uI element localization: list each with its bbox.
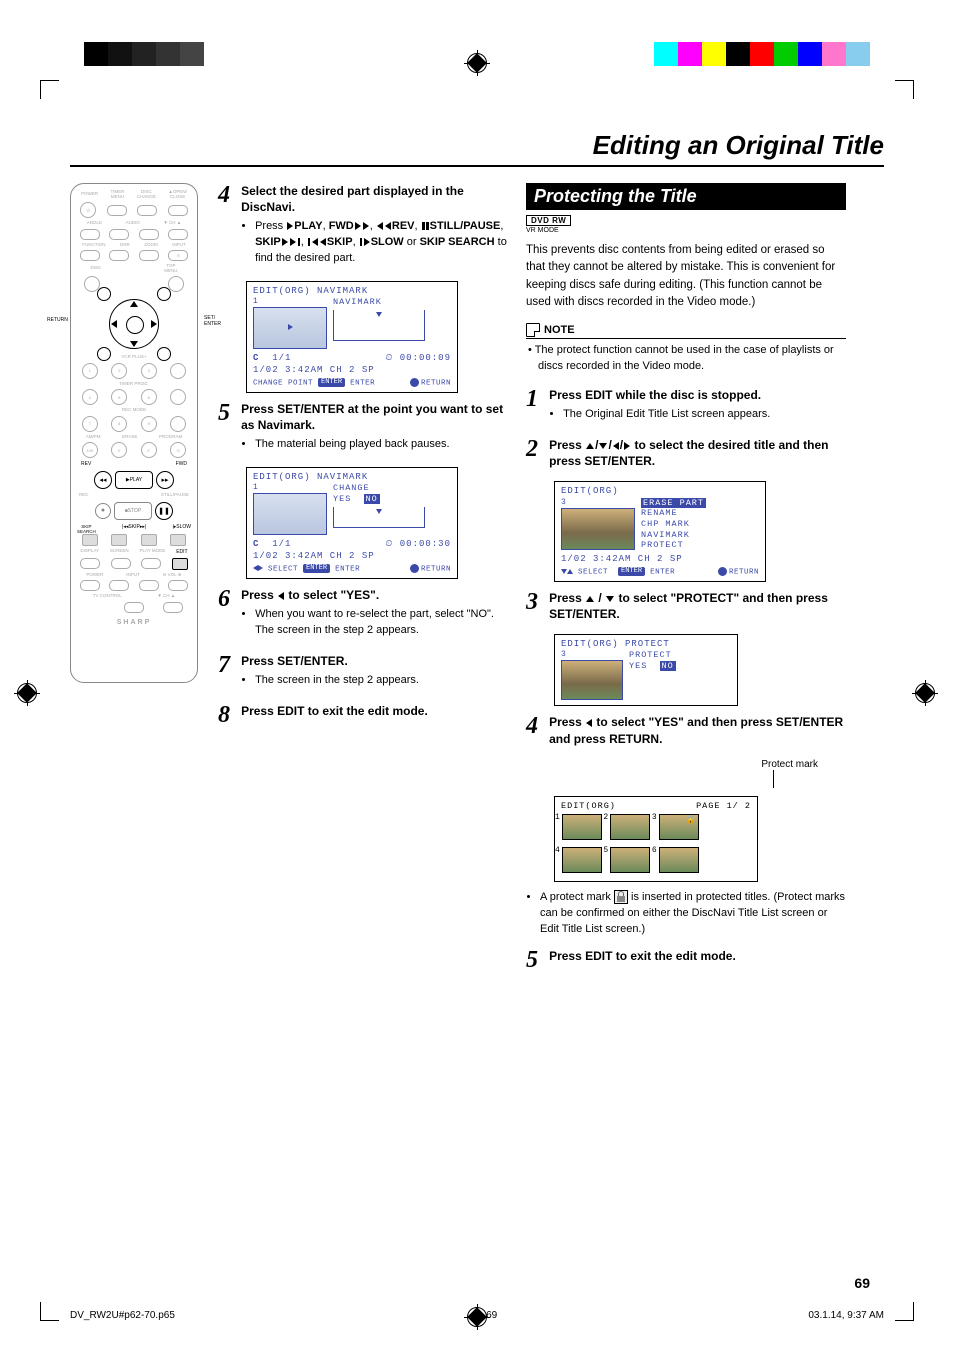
protect-mark-label: Protect mark bbox=[526, 759, 818, 770]
step-4: 4 Select the desired part displayed in t… bbox=[218, 183, 508, 269]
step-8: 8 Press EDIT to exit the edit mode. bbox=[218, 703, 508, 727]
r-step-5: 5 Press EDIT to exit the edit mode. bbox=[526, 948, 846, 972]
crop-mark-icon bbox=[40, 1302, 59, 1321]
lock-icon bbox=[614, 890, 628, 904]
step-5: 5 Press SET/ENTER at the point you want … bbox=[218, 401, 508, 455]
mode-badge: DVD RW bbox=[526, 215, 571, 226]
registration-mark-icon bbox=[14, 680, 40, 706]
protect-mark-desc: A protect mark is inserted in protected … bbox=[526, 890, 846, 938]
note-body: • The protect function cannot be used in… bbox=[526, 343, 846, 375]
osd-edit-menu: EDIT(ORG) 3 ERASE PART RENAME CHP MARK N… bbox=[554, 481, 766, 581]
crop-mark-icon bbox=[895, 80, 914, 99]
page-title: Editing an Original Title bbox=[70, 130, 884, 161]
crop-mark-icon bbox=[895, 1302, 914, 1321]
r-step-1: 1 Press EDIT while the disc is stopped. … bbox=[526, 387, 846, 425]
mode-sub: VR MODE bbox=[526, 227, 846, 234]
section-title: Protecting the Title bbox=[526, 183, 846, 210]
registration-mark-icon bbox=[912, 680, 938, 706]
crop-mark-icon bbox=[40, 80, 59, 99]
osd-navimark-1: EDIT(ORG) NAVIMARK 1 NAVIMARK C 1/1 bbox=[246, 281, 458, 393]
osd-protect: EDIT(ORG) PROTECT 3 PROTECT YES NO bbox=[554, 634, 738, 706]
page-number: 69 bbox=[854, 1275, 870, 1291]
footer: DV_RW2U#p62-70.p65 69 03.1.14, 9:37 AM bbox=[70, 1310, 884, 1321]
remote-control-diagram: POWERTIMERMENUDISCCHANGE▲OPEN/CLOSE ⏻ AN… bbox=[70, 183, 198, 683]
r-step-4: 4 Press to select "YES" and then press S… bbox=[526, 714, 846, 746]
r-step-2: 2 Press /// to select the desired title … bbox=[526, 437, 846, 469]
r-step-3: 3 Press / to select "PROTECT" and then p… bbox=[526, 590, 846, 622]
registration-mark-icon bbox=[464, 50, 490, 76]
osd-title-list: EDIT(ORG)PAGE 1/ 2 1 2 3🔒 4 5 6 bbox=[554, 796, 758, 882]
note-heading: NOTE bbox=[526, 323, 846, 339]
step-7: 7 Press SET/ENTER. The screen in the ste… bbox=[218, 653, 508, 691]
osd-navimark-2: EDIT(ORG) NAVIMARK 1 CHANGE YES NO bbox=[246, 467, 458, 579]
intro: This prevents disc contents from being e… bbox=[526, 242, 846, 311]
note-icon bbox=[526, 323, 540, 337]
step-6: 6 Press to select "YES". When you want t… bbox=[218, 587, 508, 641]
